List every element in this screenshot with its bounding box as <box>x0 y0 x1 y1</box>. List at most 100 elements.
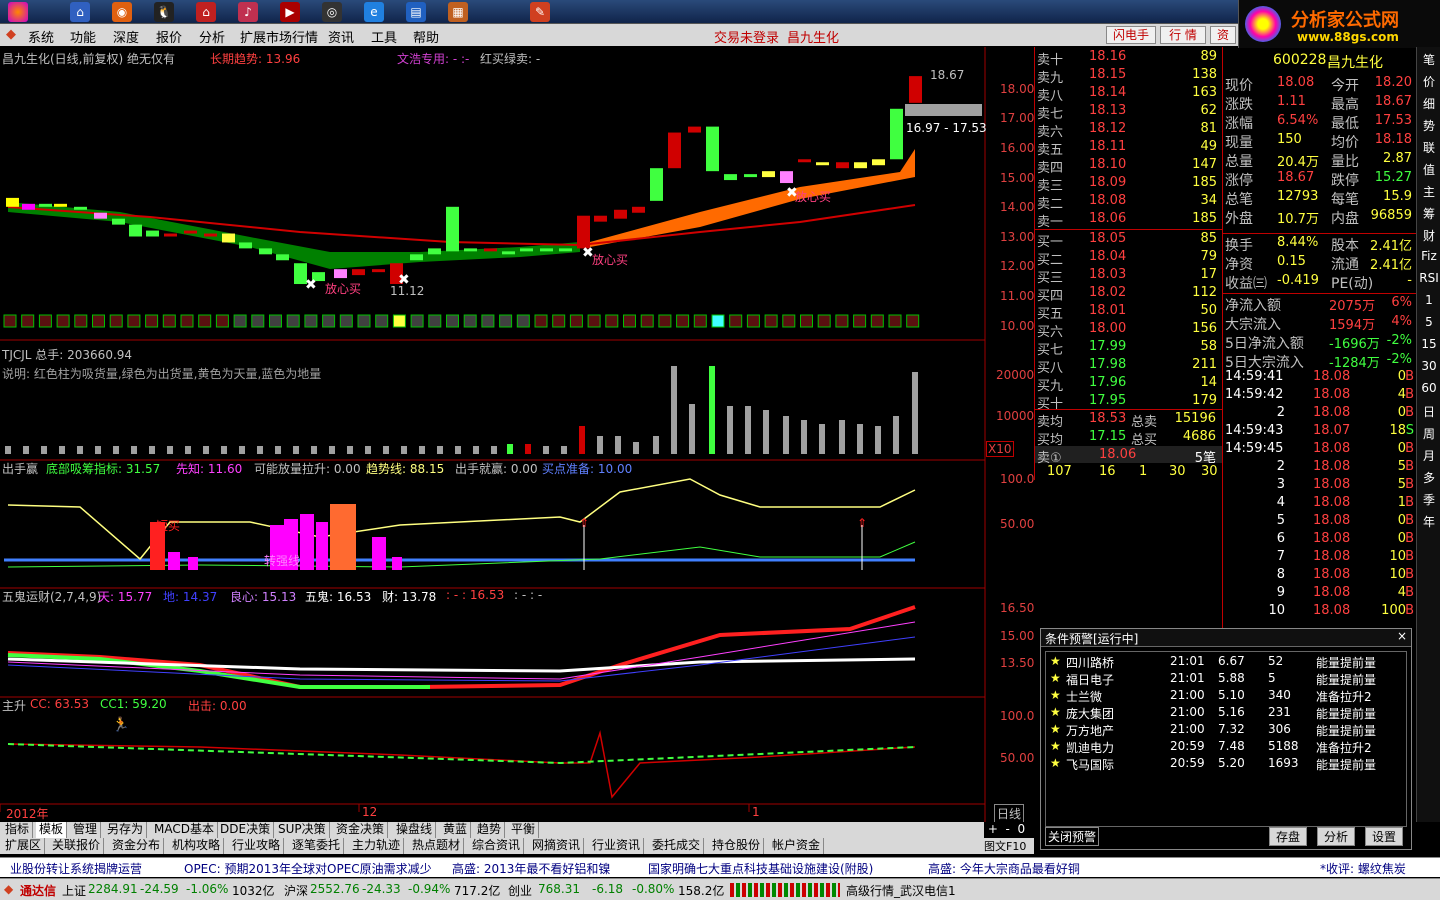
alert-stock-name[interactable]: 庞大集团 <box>1066 705 1114 722</box>
flash-trade-button[interactable]: 闪电手 <box>1106 26 1156 44</box>
sell-level-row[interactable]: 卖四 18.10 147 <box>1035 157 1223 176</box>
info-tab[interactable]: 持仓股份 <box>709 838 765 854</box>
side-tab-10[interactable]: RSI <box>1419 271 1439 285</box>
side-tab-8[interactable]: 财 <box>1419 227 1439 244</box>
info-tab[interactable]: 行业攻略 <box>229 838 285 854</box>
news-item[interactable]: 高盛: 2013年最不看好铝和镍 <box>452 860 610 877</box>
side-tab-11[interactable]: 1 <box>1419 293 1439 307</box>
side-tab-9[interactable]: Fiz <box>1419 249 1439 263</box>
news-ticker[interactable]: 业股份转让系统揭牌运营 OPEC: 预期2013年全球对OPEC原油需求减少 高盛:… <box>0 857 1440 877</box>
media-icon[interactable]: ▶ <box>280 2 300 22</box>
news-item[interactable]: 业股份转让系统揭牌运营 <box>10 860 142 877</box>
period-selector[interactable]: 日线 <box>994 804 1025 823</box>
save-button[interactable]: 存盘 <box>1269 827 1307 846</box>
book-icon[interactable]: ▤ <box>406 2 426 22</box>
info-tab[interactable]: 综合资讯 <box>469 838 525 854</box>
note-icon[interactable]: ✎ <box>530 2 550 22</box>
info-tab[interactable]: 机构攻略 <box>169 838 225 854</box>
info-tab[interactable]: 扩展区 <box>2 838 46 854</box>
home2-icon[interactable]: ⌂ <box>196 2 216 22</box>
pie-logo-icon[interactable] <box>8 2 28 22</box>
side-tab-13[interactable]: 15 <box>1419 337 1439 351</box>
analyze-button[interactable]: 分析 <box>1317 827 1355 846</box>
sell-level-row[interactable]: 卖六 18.12 81 <box>1035 121 1223 140</box>
menu-function[interactable]: 功能 <box>70 27 96 46</box>
kline-chart-area[interactable]: ✖ ✖ ✖ ✖ ⇑ ⇑ 🏃 昌九生化(日线,前复权) 绝无仅有 长期趋势: 13.96 … <box>0 47 1034 823</box>
alert-stock-name[interactable]: 万方地产 <box>1066 722 1114 739</box>
side-tab-0[interactable]: 笔 <box>1419 51 1439 68</box>
info-tab[interactable]: 主力轨迹 <box>349 838 405 854</box>
menu-system[interactable]: 系统 <box>28 27 54 46</box>
side-tab-15[interactable]: 60 <box>1419 381 1439 395</box>
zoom-controls[interactable]: + - 0 <box>984 822 1034 838</box>
indicator-tab[interactable]: 模板 <box>36 822 68 838</box>
indicator-tab[interactable]: 管理 <box>70 822 102 838</box>
menu-help[interactable]: 帮助 <box>413 27 439 46</box>
sell-level-row[interactable]: 卖三 18.09 185 <box>1035 175 1223 194</box>
indicator-tab[interactable]: 资金决策 <box>333 822 389 838</box>
qq-icon[interactable]: 🐧 <box>154 2 174 22</box>
indicator-tab[interactable]: 操盘线 <box>393 822 437 838</box>
sell-level-row[interactable]: 卖九 18.15 138 <box>1035 67 1223 86</box>
sh-index-name[interactable]: 上证 <box>62 882 86 899</box>
side-tab-21[interactable]: 年 <box>1419 513 1439 530</box>
alert-stock-name[interactable]: 凯迪电力 <box>1066 739 1114 756</box>
side-tab-6[interactable]: 主 <box>1419 183 1439 200</box>
buy-level-row[interactable]: 买三 18.03 17 <box>1035 267 1223 286</box>
sell-level-row[interactable]: 卖七 18.13 62 <box>1035 103 1223 122</box>
side-tab-5[interactable]: 值 <box>1419 161 1439 178</box>
menu-news[interactable]: 资讯 <box>328 27 354 46</box>
alert-stock-name[interactable]: 福日电子 <box>1066 671 1114 688</box>
side-tab-18[interactable]: 月 <box>1419 447 1439 464</box>
indicator-tab[interactable]: 黄蓝 <box>440 822 472 838</box>
alert-stock-name[interactable]: 四川路桥 <box>1066 654 1114 671</box>
sell-level-row[interactable]: 卖一 18.06 185 <box>1035 211 1223 230</box>
buy-level-row[interactable]: 买二 18.04 79 <box>1035 249 1223 268</box>
sell-level-row[interactable]: 卖五 18.11 49 <box>1035 139 1223 158</box>
indicator-tab[interactable]: 指标 <box>2 822 34 838</box>
home-icon[interactable]: ⌂ <box>70 2 90 22</box>
side-tab-14[interactable]: 30 <box>1419 359 1439 373</box>
side-tab-20[interactable]: 季 <box>1419 491 1439 508</box>
buy-level-row[interactable]: 买八 17.98 211 <box>1035 357 1223 376</box>
side-tab-2[interactable]: 细 <box>1419 95 1439 112</box>
side-tab-16[interactable]: 日 <box>1419 403 1439 420</box>
alert-stock-name[interactable]: 飞马国际 <box>1066 756 1114 773</box>
news-item[interactable]: 高盛: 今年大宗商品最看好铜 <box>928 860 1080 877</box>
close-alert-button[interactable]: 关闭预警 <box>1045 827 1100 846</box>
indicator-tab[interactable]: MACD基本 <box>151 822 218 838</box>
buy-level-row[interactable]: 买七 17.99 58 <box>1035 339 1223 358</box>
side-tab-19[interactable]: 多 <box>1419 469 1439 486</box>
sell-level-row[interactable]: 卖八 18.14 163 <box>1035 85 1223 104</box>
tick-list[interactable]: 14:59:41 18.08 0 B 14:59:42 18.08 4 B 2 18.08 0 B 14… <box>1222 367 1416 629</box>
film-icon[interactable]: ◎ <box>322 2 342 22</box>
sz-index-name[interactable]: 沪深 <box>284 882 308 899</box>
indicator-tab[interactable]: 另存为 <box>104 822 148 838</box>
alert-stock-name[interactable]: 士兰微 <box>1066 688 1102 705</box>
buy-level-row[interactable]: 买九 17.96 14 <box>1035 375 1223 394</box>
ie-icon[interactable]: e <box>364 2 384 22</box>
news-item[interactable]: *收评: 螺纹焦炭 <box>1320 860 1406 877</box>
buy-level-row[interactable]: 买一 18.05 85 <box>1035 231 1223 250</box>
sell-level-row[interactable]: 卖十 18.16 89 <box>1035 49 1223 68</box>
menu-analysis[interactable]: 分析 <box>199 27 225 46</box>
sell-level-row[interactable]: 卖二 18.08 34 <box>1035 193 1223 212</box>
indicator-tab[interactable]: 平衡 <box>508 822 540 838</box>
buy-level-row[interactable]: 买四 18.02 112 <box>1035 285 1223 304</box>
close-icon[interactable]: × <box>1397 629 1407 643</box>
info-tab[interactable]: 逐笔委托 <box>289 838 345 854</box>
menu-ext-market[interactable]: 扩展市场行情 <box>240 27 318 46</box>
news-item[interactable]: 国家明确七大重点科技基础设施建设(附股) <box>648 860 873 877</box>
settings-button[interactable]: 设置 <box>1365 827 1403 846</box>
info-tab[interactable]: 热点题材 <box>409 838 465 854</box>
indicator-tab[interactable]: 趋势 <box>474 822 506 838</box>
menu-tools[interactable]: 工具 <box>371 27 397 46</box>
side-tab-7[interactable]: 筹 <box>1419 205 1439 222</box>
cy-index-name[interactable]: 创业 <box>508 882 532 899</box>
browser-icon[interactable]: ◉ <box>112 2 132 22</box>
indicator-tab[interactable]: SUP决策 <box>275 822 330 838</box>
f10-tab[interactable]: 图文F10 <box>984 838 1034 854</box>
info-tab[interactable]: 网摘资讯 <box>529 838 585 854</box>
menu-quote[interactable]: 报价 <box>156 27 182 46</box>
menu-depth[interactable]: 深度 <box>113 27 139 46</box>
